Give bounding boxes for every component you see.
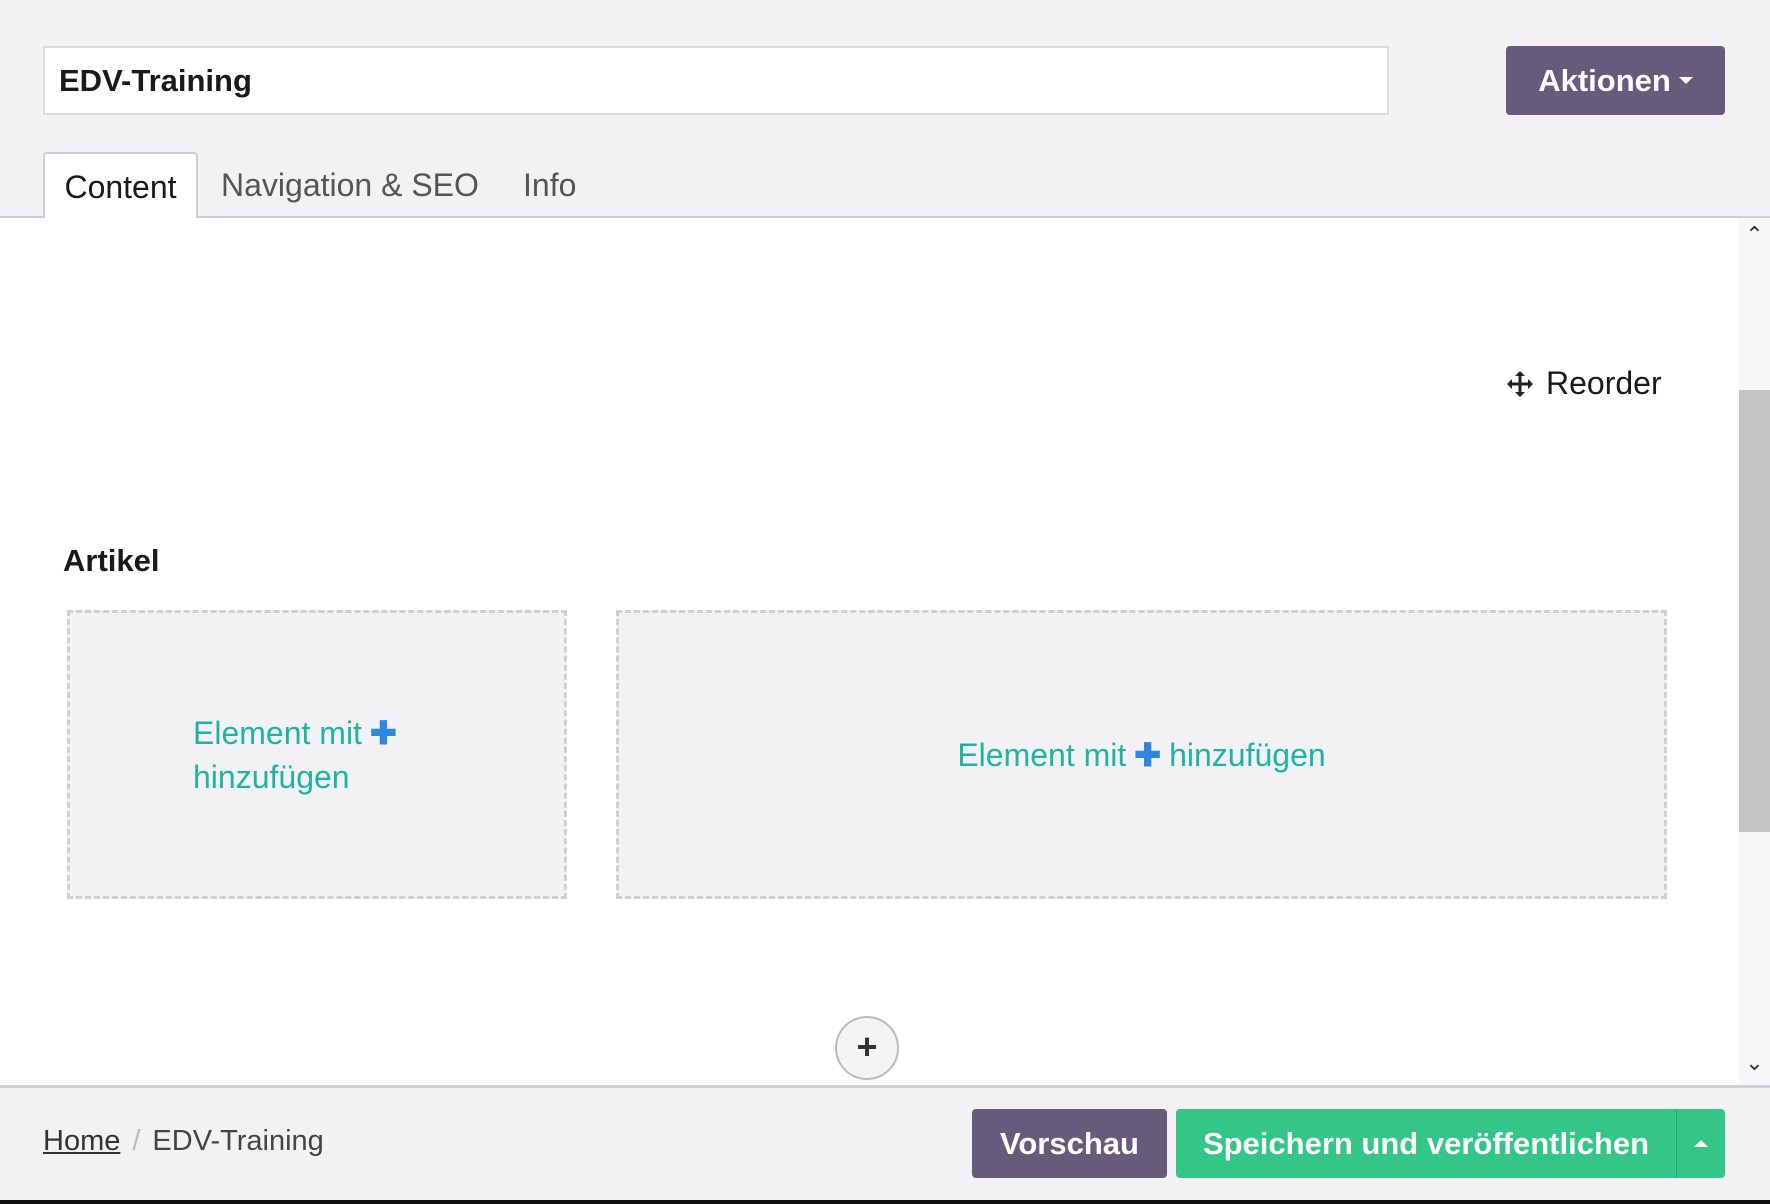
add-element-slot[interactable]: Element mit ✚ hinzufügen (67, 610, 567, 899)
tab-content[interactable]: Content (43, 152, 198, 218)
breadcrumb-current: EDV-Training (152, 1125, 324, 1157)
tab-navigation-seo[interactable]: Navigation & SEO (221, 152, 479, 218)
actions-label: Aktionen (1538, 62, 1671, 98)
add-element-slot[interactable]: Element mit ✚ hinzufügen (616, 610, 1667, 899)
plus-icon: + (856, 1026, 878, 1067)
breadcrumb: Home / EDV-Training (43, 1125, 324, 1158)
section-title: Artikel (63, 543, 160, 578)
add-section-button[interactable]: + (835, 1016, 899, 1080)
window-bottom-edge (0, 1200, 1770, 1204)
scroll-up-icon[interactable]: ⌃ (1739, 222, 1770, 248)
plus-icon: ✚ (1134, 736, 1162, 773)
scroll-down-icon[interactable]: ⌄ (1739, 1050, 1770, 1076)
plus-icon: ✚ (369, 714, 397, 751)
slot-text: Element mit (957, 736, 1127, 773)
scrollbar-thumb[interactable] (1739, 390, 1770, 832)
page-title-input[interactable]: EDV-Training (43, 46, 1389, 115)
reorder-button[interactable]: Reorder (1506, 365, 1662, 402)
tab-info[interactable]: Info (523, 152, 576, 218)
actions-dropdown-button[interactable]: Aktionen (1506, 46, 1725, 115)
breadcrumb-home-link[interactable]: Home (43, 1125, 120, 1158)
footer-divider (0, 1085, 1770, 1088)
slot-text: hinzufügen (1169, 736, 1326, 773)
caret-down-icon (1678, 77, 1693, 84)
save-publish-button[interactable]: Speichern und veröffentlichen (1176, 1109, 1676, 1178)
move-icon (1507, 370, 1533, 397)
slot-text: Element mit (193, 714, 362, 751)
preview-button[interactable]: Vorschau (972, 1109, 1167, 1178)
reorder-label: Reorder (1546, 365, 1662, 401)
slot-text: hinzufügen (193, 758, 350, 795)
breadcrumb-separator: / (132, 1125, 141, 1157)
publish-options-toggle[interactable] (1676, 1109, 1725, 1178)
publish-button-group: Speichern und veröffentlichen (1176, 1109, 1725, 1178)
caret-up-icon (1694, 1140, 1708, 1147)
